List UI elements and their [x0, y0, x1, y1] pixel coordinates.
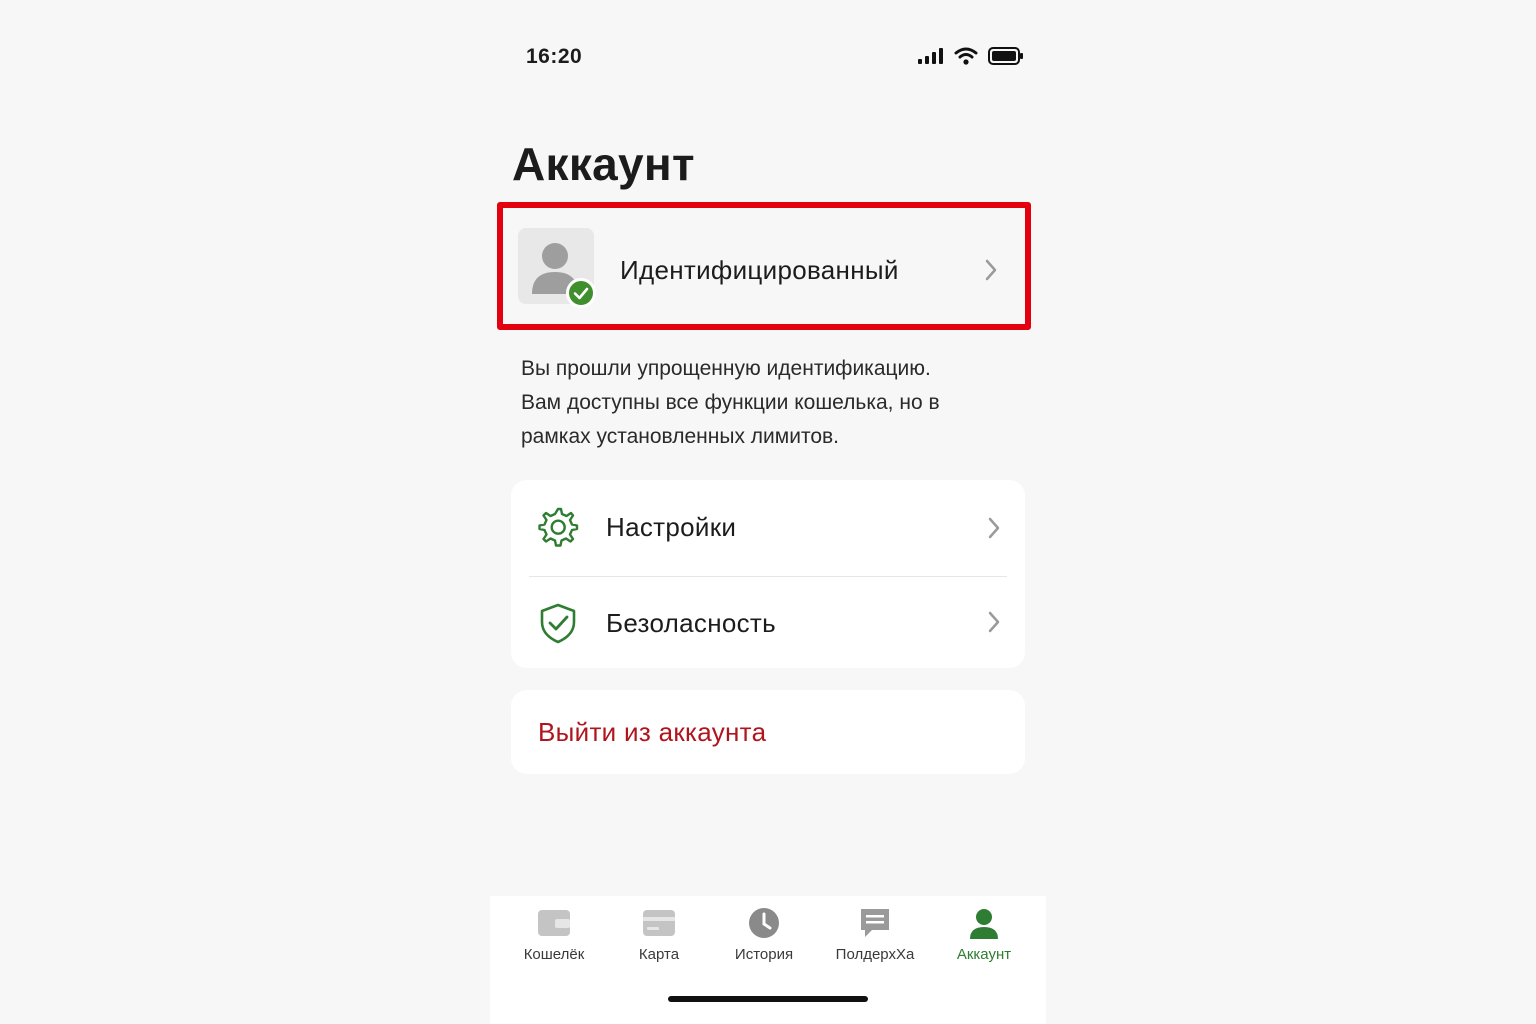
settings-menu-card: Настройки Безоласность: [511, 480, 1025, 668]
tab-label: Аккаунт: [956, 946, 1012, 963]
clock-icon: [749, 908, 779, 938]
tab-support[interactable]: ПолдерхХа: [825, 906, 925, 963]
user-icon: [970, 909, 998, 939]
tab-account[interactable]: Аккаунт: [934, 906, 1034, 963]
chevron-right-icon: [985, 259, 997, 281]
tab-wallet[interactable]: Кошелёк: [504, 906, 604, 963]
menu-item-security[interactable]: Безоласность: [511, 576, 1025, 670]
tab-label: ПолдерхХа: [835, 946, 915, 963]
logout-button[interactable]: Выйти из аккаунта: [511, 690, 1025, 774]
signal-icon: [918, 48, 943, 64]
shield-check-icon: [540, 603, 576, 644]
card-icon: [643, 910, 675, 936]
chevron-right-icon: [988, 517, 1000, 539]
wifi-icon: [954, 47, 978, 65]
identification-status-row[interactable]: Идентифицированный: [518, 228, 1018, 310]
home-indicator: [668, 996, 868, 1002]
wallet-icon: [538, 910, 570, 936]
chevron-right-icon: [988, 611, 1000, 633]
menu-item-label: Настройки: [606, 512, 737, 542]
phone-screen: 16:20 Аккаунт Идентифицированный Вы прош…: [490, 0, 1046, 1024]
info-line: Вам доступны все функции кошелька, но в: [521, 391, 940, 414]
menu-item-label: Безоласность: [606, 608, 776, 638]
tab-label: Карта: [638, 946, 680, 963]
tab-card[interactable]: Карта: [609, 906, 709, 963]
tab-history[interactable]: История: [714, 906, 814, 963]
check-badge-icon: [566, 278, 596, 308]
status-bar: 16:20: [490, 40, 1046, 76]
info-line: рамках установленных лимитов.: [521, 425, 839, 448]
battery-icon: [988, 47, 1023, 65]
identification-label: Идентифицированный: [620, 255, 899, 285]
tab-label: История: [734, 946, 794, 963]
identification-info-text: Вы прошли упрощенную идентификацию. Вам …: [521, 352, 1001, 454]
info-line: Вы прошли упрощенную идентификацию.: [521, 357, 931, 380]
bottom-tab-bar: Кошелёк Карта История ПолдерхХа Аккаунт: [490, 896, 1046, 1024]
status-time: 16:20: [526, 45, 583, 68]
gear-icon: [538, 507, 579, 547]
status-icons: [918, 47, 1024, 65]
menu-item-settings[interactable]: Настройки: [511, 480, 1025, 574]
page-title: Аккаунт: [512, 138, 695, 190]
logout-label: Выйти из аккаунта: [538, 717, 767, 747]
tab-label: Кошелёк: [523, 946, 585, 963]
chat-icon: [861, 909, 889, 937]
